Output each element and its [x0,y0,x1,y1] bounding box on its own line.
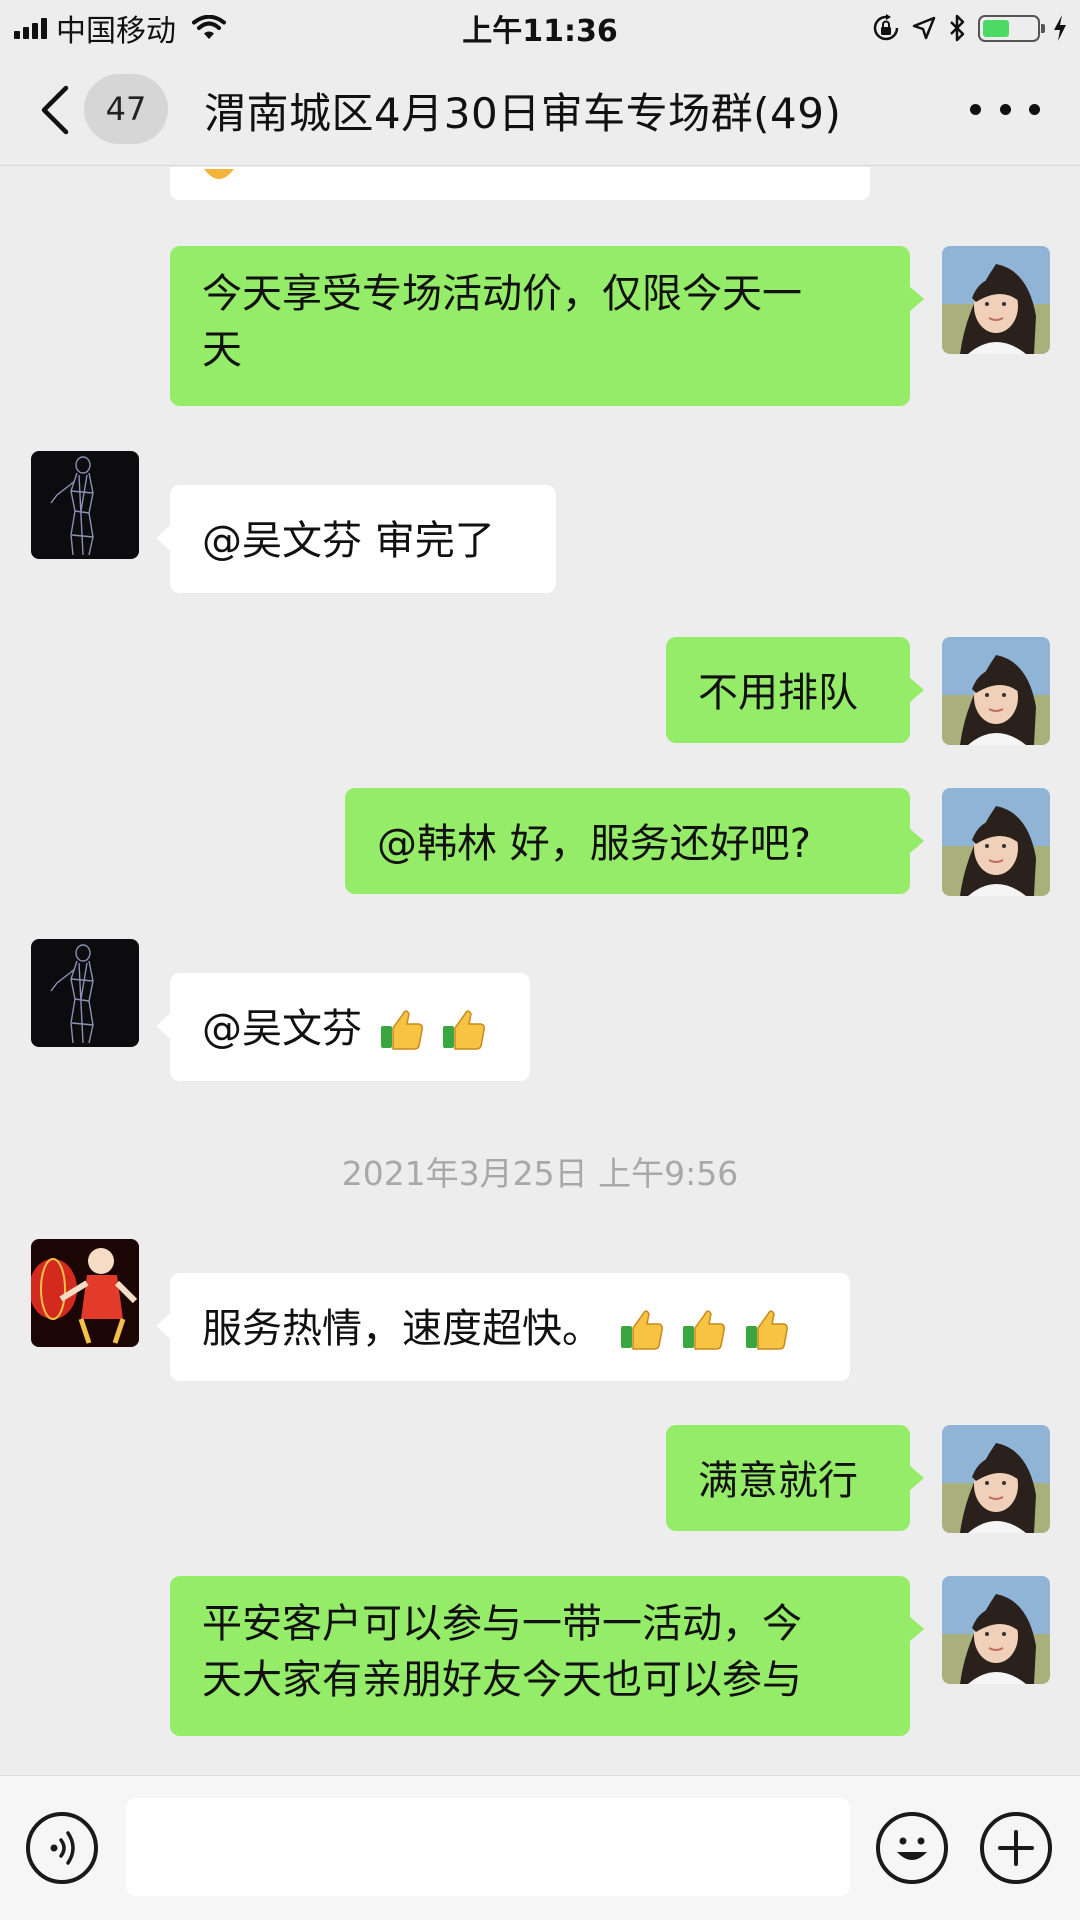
plus-icon [998,1830,1034,1866]
unread-count-badge[interactable]: 47 [84,74,168,144]
thumbs-up-emoji [746,1310,789,1350]
message-text: 满意就行 [698,1458,858,1504]
more-functions-button[interactable] [980,1812,1052,1884]
nav-bar: 47 渭南城区4月30日审车专场群(49) [0,54,1080,166]
rotation-lock-icon [873,14,899,41]
message-bubble-other[interactable]: 服务热情，速度超快。 [156,1273,850,1381]
status-right [872,8,1068,48]
battery-fill [983,19,1009,37]
back-button[interactable] [36,84,76,136]
wechat-group-chat-screen: 中国移动 上午11:36 47 渭南城区4月30日审车专场群(49) 今天享受专… [0,0,1080,1920]
chat-title: 渭南城区4月30日审车专场群(49) [204,89,842,138]
location-icon [912,16,936,40]
avatar-girl-photo[interactable] [942,1576,1050,1684]
message-text-line: 平安客户可以参与一带一活动，今 [202,1601,802,1647]
thumbs-up-emoji [683,1310,726,1350]
chevron-left-icon [41,85,69,135]
more-dots-icon [970,103,981,115]
partial-emoji [204,169,234,179]
message-text: 服务热情，速度超快。 [202,1306,602,1352]
message-bubble-self[interactable]: 平安客户可以参与一带一活动，今 天大家有亲朋好友今天也可以参与 [170,1576,924,1736]
avatar-girl-photo[interactable] [942,637,1050,745]
message-text: @韩林 好，服务还好吧? [377,821,811,867]
message-bubble-other[interactable]: @吴文芬 [156,973,530,1081]
message-bubble-self[interactable]: @韩林 好，服务还好吧? [345,788,924,894]
avatar-girl-photo[interactable] [942,788,1050,896]
voice-button[interactable] [26,1812,98,1884]
thumbs-up-emoji [380,1010,423,1050]
message-text-line: 天大家有亲朋好友今天也可以参与 [202,1657,802,1703]
battery-icon [978,14,1045,42]
message-text-line: 今天享受专场活动价，仅限今天一 [202,271,802,317]
charging-icon [1054,15,1066,41]
thumbs-up-emoji [620,1310,663,1350]
message-list[interactable]: 今天享受专场活动价，仅限今天一 天 @吴文芬 审完了 不用排队 @韩林 好，服务… [0,167,1080,1775]
message-text: @吴文芬 审完了 [202,518,495,564]
emoji-icon [897,1837,927,1860]
message-input[interactable] [126,1798,850,1896]
more-button[interactable] [970,92,1040,126]
emoji-button[interactable] [876,1812,948,1884]
avatar-girl-photo[interactable] [942,246,1050,354]
avatar-wireframe-figure[interactable] [31,451,139,559]
message-text: 不用排队 [698,670,858,716]
status-bar: 中国移动 上午11:36 [0,0,1080,54]
thumbs-up-emoji [443,1010,486,1050]
message-bubble-self[interactable]: 满意就行 [666,1425,924,1531]
voice-icon [50,1831,75,1865]
message-bubble-other[interactable]: @吴文芬 审完了 [156,485,556,593]
message-bubble-self[interactable]: 今天享受专场活动价，仅限今天一 天 [170,246,924,406]
message-text: @吴文芬 [202,1006,362,1052]
message-text-line: 天 [202,327,242,373]
input-bar [0,1775,1080,1920]
bluetooth-icon [950,14,965,42]
avatar-lantern-doll[interactable] [31,1239,139,1347]
avatar-wireframe-figure[interactable] [31,939,139,1047]
message-timestamp: 2021年3月25日 上午9:56 [341,1154,739,1193]
message-bubble-partial[interactable] [170,167,870,200]
avatar-girl-photo[interactable] [942,1425,1050,1533]
message-bubble-self[interactable]: 不用排队 [666,637,924,743]
